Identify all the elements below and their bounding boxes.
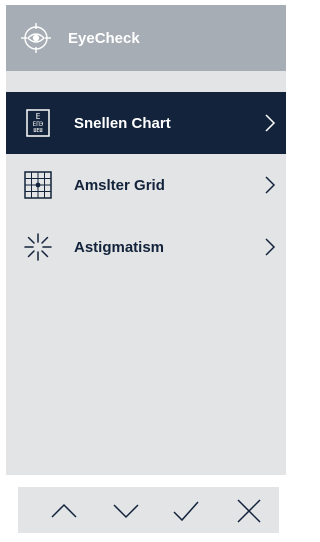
- svg-text:ШЕШ: ШЕШ: [33, 128, 42, 134]
- eye-crosshair-icon: [21, 23, 51, 53]
- chevron-down-icon[interactable]: [113, 499, 139, 523]
- amsler-grid-icon: [24, 171, 52, 199]
- chevron-right-icon: [265, 114, 276, 132]
- menu-item-amsler-grid[interactable]: Amslter Grid: [6, 154, 286, 216]
- app-header: EyeCheck: [6, 5, 286, 71]
- app-title: EyeCheck: [68, 30, 140, 47]
- app-window: EyeCheck E ЕПЭ ШЕШ Snellen Chart Amslter…: [6, 5, 286, 475]
- close-icon[interactable]: [236, 499, 262, 523]
- menu-item-label: Snellen Chart: [74, 115, 171, 132]
- chevron-up-icon[interactable]: [51, 499, 77, 523]
- menu-item-astigmatism[interactable]: Astigmatism: [6, 216, 286, 278]
- chevron-right-icon: [265, 176, 276, 194]
- test-menu: E ЕПЭ ШЕШ Snellen Chart Amslter Grid Ast…: [6, 92, 286, 278]
- check-icon[interactable]: [173, 499, 199, 523]
- chevron-right-icon: [265, 238, 276, 256]
- astigmatism-icon: [24, 233, 52, 261]
- svg-text:E: E: [36, 112, 41, 121]
- menu-item-label: Amslter Grid: [74, 177, 165, 194]
- snellen-chart-icon: E ЕПЭ ШЕШ: [26, 109, 50, 137]
- menu-item-label: Astigmatism: [74, 239, 165, 256]
- navigation-bar: [18, 487, 279, 533]
- menu-item-snellen-chart[interactable]: E ЕПЭ ШЕШ Snellen Chart: [6, 92, 286, 154]
- svg-text:ЕПЭ: ЕПЭ: [33, 121, 44, 128]
